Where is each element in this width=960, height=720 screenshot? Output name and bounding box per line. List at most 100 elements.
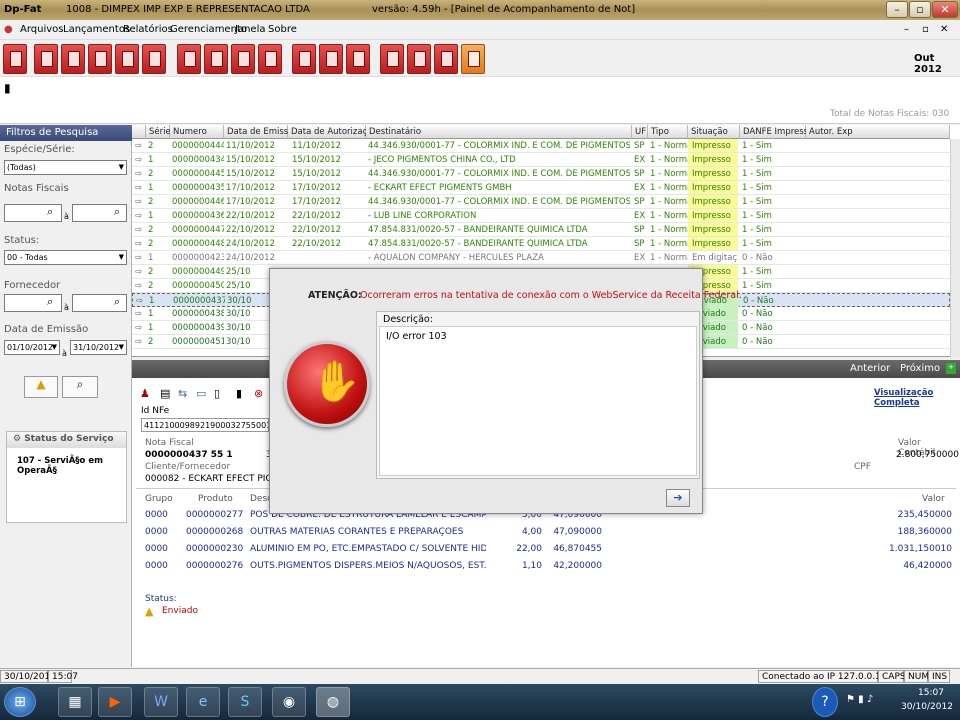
table-row[interactable]: ⇨ 2 0000000447 22/10/2012 22/10/2012 47.854.8… [132,223,950,237]
tool-icon-3[interactable] [88,44,112,74]
fornecedor-from-input[interactable] [4,294,62,312]
tool-icon-4[interactable] [115,44,139,74]
binoculars-icon[interactable]: ⌕ [47,295,53,309]
tool-icon-9[interactable] [258,44,282,74]
image-icon[interactable]: ▤ [160,387,170,400]
tool-icon-12[interactable] [346,44,370,74]
table-row[interactable]: ⇨ 2 0000000446 17/10/2012 17/10/2012 44.346.9… [132,195,950,209]
info-strip: ▮ Total de Notas Fiscais: 030 [0,76,960,124]
grid-header-situacao[interactable]: Situação [688,125,740,139]
service-status-value: 107 - ServiÃ§o em OperaÃ§ [17,456,103,476]
document-icon[interactable]: ▯ [214,387,220,400]
valor-contabil-value: 2.800,750000 [896,450,959,460]
table-row[interactable]: ⇨ 2 0000000445 15/10/2012 15/10/2012 44.346.9… [132,167,950,181]
menu-lancamentos[interactable]: Lançamentos [63,24,130,35]
tool-icon-13[interactable] [380,44,404,74]
grid-header-tipo[interactable]: Tipo [648,125,688,139]
app-menu-icon[interactable]: ● [4,24,13,35]
table-cell: 0000000445 [172,169,224,179]
menu-arquivos[interactable]: Arquivos [20,24,64,35]
visualizacao-completa-link[interactable]: Visualização Completa [874,388,960,408]
mdi-close-icon[interactable]: ✕ [940,24,948,35]
tool-icon-7[interactable] [204,44,228,74]
grid-header-numero[interactable]: Numero [170,125,224,139]
status-select[interactable]: 00 - Todas [4,250,127,265]
table-row[interactable]: ⇨ 1 0000000436 22/10/2012 22/10/2012 - LUB L… [132,209,950,223]
grid-scrollbar[interactable] [950,139,960,357]
exit-tool-icon[interactable] [3,44,27,74]
taskbar-word-icon[interactable]: W [144,687,178,717]
tray-icons[interactable]: ⚑ ▮ ♪ [846,694,873,705]
taskbar-skype-icon[interactable]: S [228,687,262,717]
tool-icon-6[interactable] [177,44,201,74]
taskbar-media-icon[interactable]: ▶ [98,687,132,717]
tool-icon-2[interactable] [61,44,85,74]
item-cell: 47,090000 [553,527,602,537]
list-item[interactable]: 0000 0000000230 ALUMINIO EM PO, ETC.EMPAST… [132,544,960,559]
grid-header-uf[interactable]: UF [632,125,648,139]
grid-header-emissao[interactable]: Data de Emissão [224,125,299,139]
tool-icon-16[interactable] [461,44,485,74]
start-button[interactable]: ⊞ [4,687,36,717]
menu-janela[interactable]: Janela [235,24,265,35]
dialog-ok-button[interactable]: ➔ [666,489,690,507]
taskbar-app-icon[interactable]: ◉ [272,687,306,717]
help-icon[interactable]: ? [812,687,838,717]
cancel-icon[interactable]: ⊗ [254,387,263,400]
table-row[interactable]: ⇨ 2 0000000444 11/10/2012 11/10/2012 44.346.9… [132,139,950,153]
grid-header-serie[interactable]: Série [146,125,171,139]
date-from-picker[interactable]: 01/10/2012 [4,340,60,355]
list-item[interactable]: 0000 0000000268 OUTRAS MATERIAS CORANTES E… [132,527,960,542]
mdi-restore-icon[interactable]: ▫ [922,24,929,35]
clear-filter-button[interactable]: ▲ [24,376,58,398]
close-button[interactable]: ✕ [932,1,958,18]
tool-icon-11[interactable] [319,44,343,74]
nota-from-input[interactable] [4,204,62,222]
service-status-panel: ⚙ Status do Serviço 107 - ServiÃ§o em Op… [6,431,127,523]
tool-icon-1[interactable] [34,44,58,74]
grid-header-danfe[interactable]: DANFE Impresso [740,125,813,139]
pin-icon[interactable]: ▮ [4,81,11,95]
search-filter-button[interactable]: ⌕ [62,376,98,398]
description-text[interactable]: I/O error 103 [379,326,697,476]
mdi-minimize-icon[interactable]: – [904,24,909,35]
date-to-picker[interactable]: 31/10/2012 [70,340,127,355]
especie-select[interactable]: (Todas) [4,160,127,175]
minimize-button[interactable]: – [886,1,908,18]
expand-icon[interactable]: + [946,363,956,374]
table-row[interactable]: ⇨ 1 0000000423 24/10/2012 - AQUALON COMPANY… [132,251,950,265]
grid-header-autorizacao[interactable]: Data de Autorização [288,125,378,139]
list-item[interactable]: 0000 0000000276 OUTS.PIGMENTOS DISPERS.MEI… [132,561,960,576]
comment-icon[interactable]: ▭ [196,387,206,400]
maximize-button[interactable]: ▫ [909,1,931,18]
table-row[interactable]: ⇨ 1 0000000435 17/10/2012 17/10/2012 - ECKAR… [132,181,950,195]
table-row[interactable]: ⇨ 2 0000000448 24/10/2012 22/10/2012 47.854.8… [132,237,950,251]
range-separator: à [62,349,67,358]
previous-link[interactable]: Anterior [850,363,890,374]
menu-sobre[interactable]: Sobre [268,24,297,35]
binoculars-icon[interactable]: ⌕ [114,205,120,219]
binoculars-icon[interactable]: ⌕ [47,205,53,219]
tool-icon-15[interactable] [434,44,458,74]
person-icon[interactable]: ♟ [140,387,150,400]
grid-header-destinatario[interactable]: Destinatário [366,125,632,139]
tool-icon-14[interactable] [407,44,431,74]
taskbar-ie-icon[interactable]: e [186,687,220,717]
taskbar-dpfat-icon[interactable]: ◍ [316,687,350,717]
binoculars-icon[interactable]: ⌕ [114,295,120,309]
table-cell: EX [634,211,646,221]
table-cell: 1 - Sim [742,239,772,249]
grid-header-autor-exp[interactable]: Autor. Exp [806,125,950,139]
next-link[interactable]: Próximo [900,363,940,374]
menu-relatorios[interactable]: Relatórios [123,24,173,35]
table-row[interactable]: ⇨ 1 0000000434 15/10/2012 15/10/2012 - JECO … [132,153,950,167]
table-cell: 1 [148,323,154,333]
tool-icon-8[interactable] [231,44,255,74]
tool-icon-10[interactable] [292,44,316,74]
tool-icon-5[interactable] [142,44,166,74]
transfer-icon[interactable]: ⇆ [178,387,187,400]
idnfe-field[interactable]: 41121000989219000327550010000 [141,418,269,432]
table-cell: Impresso [692,155,731,165]
taskbar-explorer-icon[interactable]: ▦ [58,687,92,717]
print-icon[interactable]: ▮ [236,387,242,400]
